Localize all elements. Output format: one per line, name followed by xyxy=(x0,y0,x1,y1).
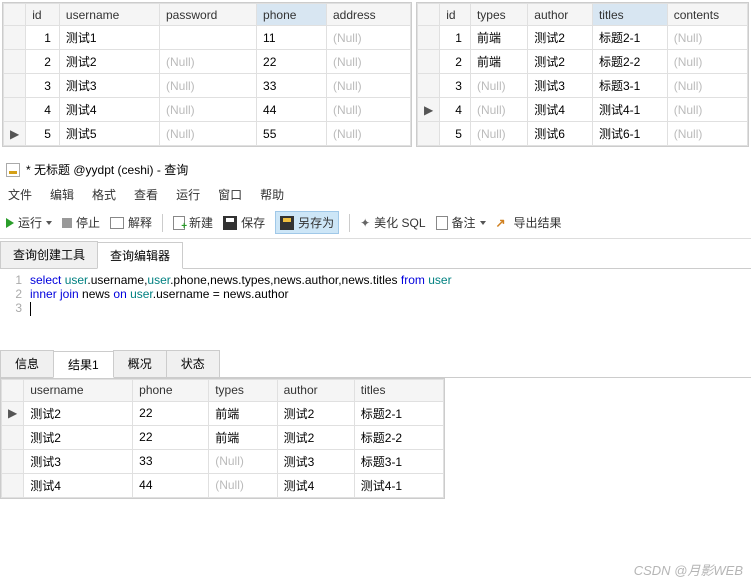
column-header[interactable]: types xyxy=(209,379,277,401)
result-row[interactable]: 测试333(Null)测试3标题3-1 xyxy=(2,449,444,473)
table-row[interactable]: 1前端测试2标题2-1(Null) xyxy=(418,26,748,50)
table-row[interactable]: 2测试2(Null)22(Null) xyxy=(4,50,411,74)
tab-query-editor[interactable]: 查询编辑器 xyxy=(97,242,183,269)
note-button[interactable]: 备注 xyxy=(436,214,486,231)
beautify-button[interactable]: ✦ 美化 SQL xyxy=(360,214,425,231)
column-header[interactable]: id xyxy=(440,4,471,26)
column-header[interactable]: author xyxy=(528,4,593,26)
column-header[interactable]: password xyxy=(160,4,257,26)
result-tab[interactable]: 信息 xyxy=(0,350,54,377)
export-icon xyxy=(496,216,510,230)
column-header[interactable]: username xyxy=(24,379,133,401)
table-row[interactable]: 3(Null)测试3标题3-1(Null) xyxy=(418,74,748,98)
explain-button[interactable]: 解释 xyxy=(110,214,152,231)
table-row[interactable]: ▶4(Null)测试4测试4-1(Null) xyxy=(418,98,748,122)
column-header[interactable]: types xyxy=(470,4,527,26)
result-tab[interactable]: 状态 xyxy=(166,350,220,377)
menu-item[interactable]: 编辑 xyxy=(50,186,74,203)
menu-item[interactable]: 窗口 xyxy=(218,186,242,203)
play-icon xyxy=(6,218,14,228)
toolbar-separator xyxy=(162,214,163,232)
save-button[interactable]: 保存 xyxy=(223,214,265,231)
table-row[interactable]: 3测试3(Null)33(Null) xyxy=(4,74,411,98)
table-row[interactable]: 4测试4(Null)44(Null) xyxy=(4,98,411,122)
toolbar-separator xyxy=(349,214,350,232)
wand-icon: ✦ xyxy=(360,216,370,230)
stop-button[interactable]: 停止 xyxy=(62,214,100,231)
stop-icon xyxy=(62,218,72,228)
table-row[interactable]: 5(Null)测试6测试6-1(Null) xyxy=(418,122,748,146)
menu-item[interactable]: 帮助 xyxy=(260,186,284,203)
toolbar: 运行 停止 解释 新建 保存 另存为 ✦ 美化 SQL 备注 导出结果 xyxy=(0,207,751,239)
column-header[interactable]: contents xyxy=(667,4,747,26)
table-row[interactable]: ▶5测试5(Null)55(Null) xyxy=(4,122,411,146)
new-button[interactable]: 新建 xyxy=(173,214,213,231)
watermark: CSDN @月影WEB xyxy=(634,560,743,579)
chevron-down-icon xyxy=(46,221,52,225)
explain-icon xyxy=(110,217,124,229)
run-button[interactable]: 运行 xyxy=(6,214,52,231)
menu-item[interactable]: 查看 xyxy=(134,186,158,203)
sql-editor[interactable]: 1select user.username,user.phone,news.ty… xyxy=(0,269,751,320)
query-window-icon xyxy=(6,163,20,177)
column-header[interactable]: titles xyxy=(592,4,667,26)
saveas-button[interactable]: 另存为 xyxy=(275,211,339,234)
table-row[interactable]: 2前端测试2标题2-2(Null) xyxy=(418,50,748,74)
column-header[interactable]: titles xyxy=(354,379,443,401)
result-row[interactable]: ▶测试222前端测试2标题2-1 xyxy=(2,401,444,425)
column-header[interactable]: phone xyxy=(133,379,209,401)
menu-item[interactable]: 文件 xyxy=(8,186,32,203)
save-icon xyxy=(223,216,237,230)
result-tabs[interactable]: 信息结果1概况状态 xyxy=(0,350,751,378)
result-tab[interactable]: 结果1 xyxy=(53,351,114,378)
result-table[interactable]: usernamephonetypesauthortitles▶测试222前端测试… xyxy=(0,378,445,499)
result-tab[interactable]: 概况 xyxy=(113,350,167,377)
window-title-bar: * 无标题 @yydpt (ceshi) - 查询 xyxy=(0,157,751,182)
menu-item[interactable]: 运行 xyxy=(176,186,200,203)
column-header[interactable]: id xyxy=(26,4,60,26)
export-button[interactable]: 导出结果 xyxy=(496,214,562,231)
table-row[interactable]: 1测试111(Null) xyxy=(4,26,411,50)
column-header[interactable]: address xyxy=(326,4,410,26)
result-row[interactable]: 测试222前端测试2标题2-2 xyxy=(2,425,444,449)
menubar[interactable]: 文件 编辑 格式 查看 运行 窗口 帮助 xyxy=(0,182,751,207)
editor-tabs[interactable]: 查询创建工具 查询编辑器 xyxy=(0,241,751,269)
news-table[interactable]: idtypesauthortitlescontents1前端测试2标题2-1(N… xyxy=(416,2,749,147)
tab-query-builder[interactable]: 查询创建工具 xyxy=(0,241,98,268)
column-header[interactable]: author xyxy=(277,379,354,401)
new-file-icon xyxy=(173,216,185,230)
column-header[interactable]: phone xyxy=(257,4,327,26)
window-title-text: * 无标题 @yydpt (ceshi) - 查询 xyxy=(26,161,188,178)
column-header[interactable]: username xyxy=(59,4,159,26)
note-icon xyxy=(436,216,448,230)
result-row[interactable]: 测试444(Null)测试4测试4-1 xyxy=(2,473,444,497)
saveas-icon xyxy=(280,216,294,230)
menu-item[interactable]: 格式 xyxy=(92,186,116,203)
user-table[interactable]: idusernamepasswordphoneaddress1测试111(Nul… xyxy=(2,2,412,147)
chevron-down-icon xyxy=(480,221,486,225)
